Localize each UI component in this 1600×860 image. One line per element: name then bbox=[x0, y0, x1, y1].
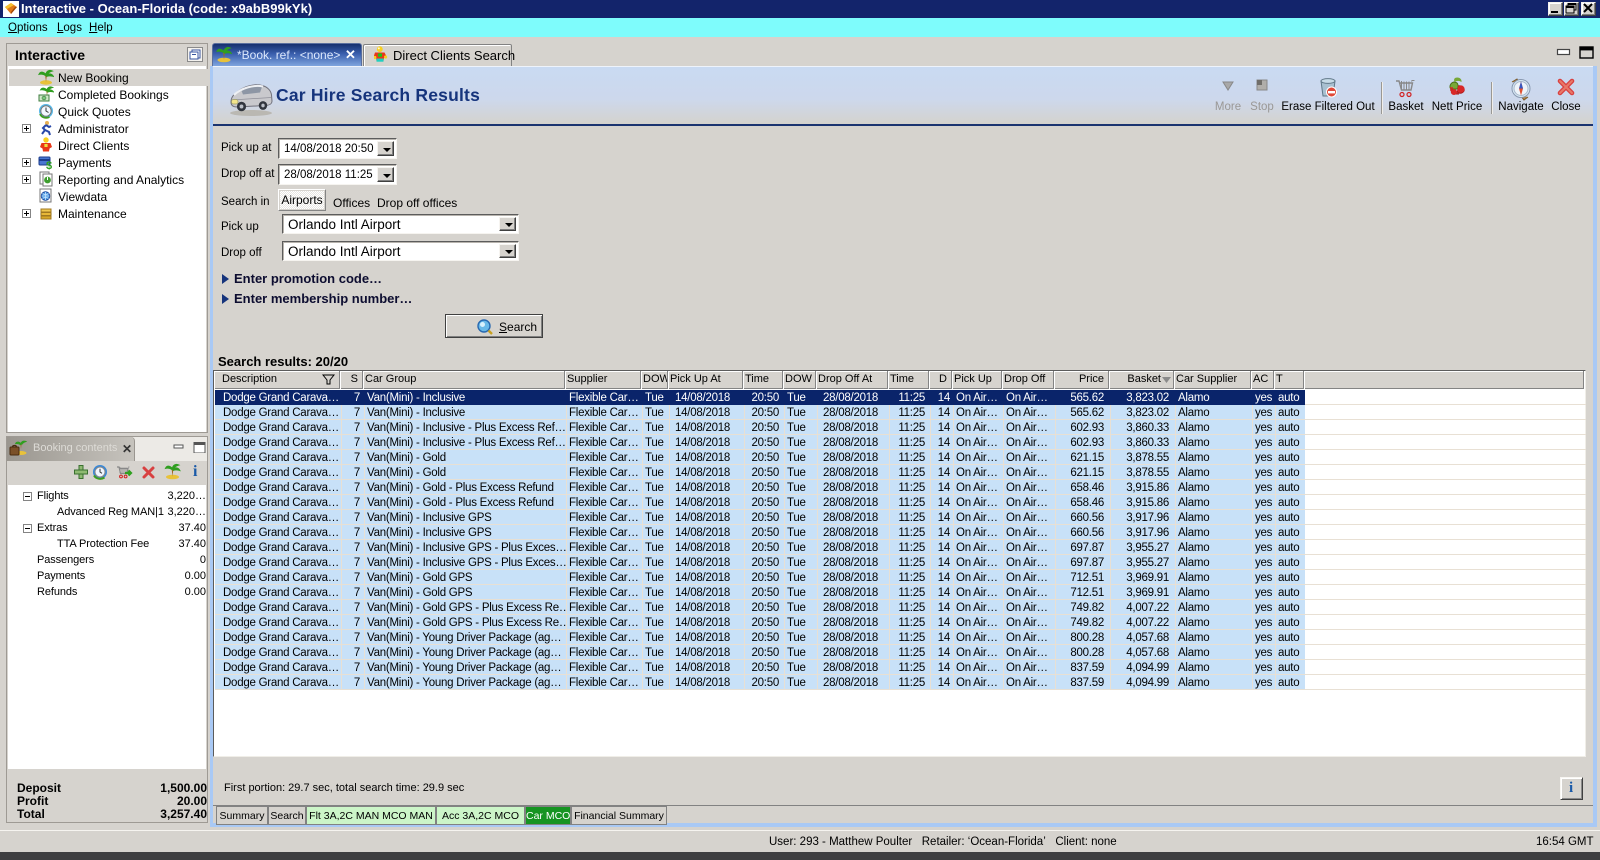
svg-text:$: $ bbox=[46, 160, 52, 170]
